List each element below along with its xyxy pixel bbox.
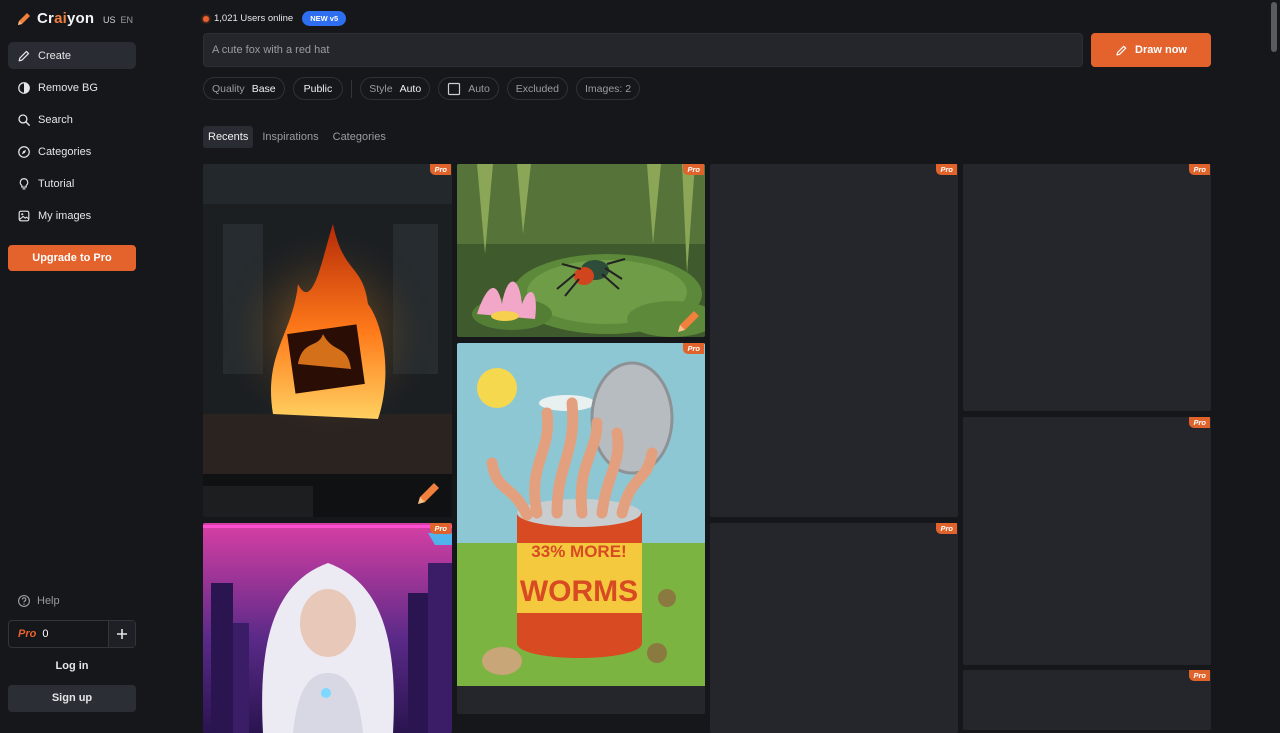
images-count-selector[interactable]: Images: 2	[576, 77, 641, 100]
sidebar: Craiyon US EN Create Remove BG Search Ca…	[0, 0, 144, 720]
upgrade-to-pro-button[interactable]: Upgrade to Pro	[8, 245, 136, 271]
pro-badge: Pro	[1189, 164, 1210, 175]
can-of-worms-image: 33% MORE! WORMS	[457, 343, 705, 686]
options-divider	[351, 79, 353, 98]
gallery-image-spider-lily-pad[interactable]: Pro	[457, 164, 705, 337]
gallery-image-cyborg-woman[interactable]: Pro	[203, 523, 452, 733]
lang-country[interactable]: US	[103, 15, 116, 25]
prompt-input[interactable]	[203, 33, 1083, 67]
sidebar-item-my-images[interactable]: My images	[8, 202, 136, 229]
plus-icon	[117, 629, 127, 639]
lightbulb-icon	[19, 177, 29, 189]
edit-pencil-icon[interactable]	[415, 481, 441, 507]
search-icon	[18, 113, 30, 126]
sidebar-item-create[interactable]: Create	[8, 42, 136, 69]
pro-badge: Pro	[936, 164, 957, 175]
sidebar-item-remove-bg[interactable]: Remove BG	[8, 74, 136, 101]
pro-badge: Pro	[683, 343, 704, 354]
sidebar-item-search[interactable]: Search	[8, 106, 136, 133]
online-dot-icon	[203, 15, 209, 22]
cyborg-woman-image	[203, 523, 452, 733]
lang-code[interactable]: EN	[121, 15, 134, 25]
logo[interactable]: Craiyon	[16, 10, 94, 27]
pro-badge: Pro	[683, 164, 704, 175]
svg-text:WORMS: WORMS	[520, 575, 638, 608]
pencil-icon	[1116, 45, 1127, 56]
pro-badge: Pro	[430, 523, 451, 534]
tab-recents[interactable]: Recents	[203, 126, 254, 148]
gallery-image-can-of-worms[interactable]: 33% MORE! WORMS Pro	[457, 343, 705, 714]
help-link[interactable]: Help	[17, 594, 60, 608]
style-selector[interactable]: Style Auto	[360, 77, 431, 100]
gallery-image-placeholder[interactable]: Pro	[710, 164, 958, 517]
gallery-image-placeholder[interactable]: Pro	[963, 670, 1211, 730]
aspect-ratio-selector[interactable]: Auto	[438, 77, 499, 100]
sidebar-item-categories[interactable]: Categories	[8, 138, 136, 165]
edit-pencil-icon[interactable]	[675, 309, 701, 335]
quality-selector[interactable]: Quality Base	[203, 77, 285, 100]
language-switcher[interactable]: US EN	[103, 15, 133, 25]
generation-options: Quality Base Public Style Auto Auto Excl…	[203, 77, 648, 100]
spider-lily-pad-image	[457, 164, 705, 337]
pro-badge: Pro	[936, 523, 957, 534]
pro-badge: Pro	[1189, 670, 1210, 681]
visibility-selector[interactable]: Public	[292, 77, 344, 100]
credits-count: 0	[42, 628, 49, 640]
sidebar-item-tutorial[interactable]: Tutorial	[8, 170, 136, 197]
logo-text: Craiyon	[37, 10, 95, 27]
pro-badge: Pro	[430, 164, 451, 175]
gallery-image-placeholder[interactable]: Pro	[963, 164, 1211, 411]
new-version-badge[interactable]: NEW v5	[302, 11, 347, 26]
excluded-selector[interactable]: Excluded	[506, 77, 568, 100]
tab-categories[interactable]: Categories	[328, 126, 391, 148]
tab-inspirations[interactable]: Inspirations	[257, 126, 323, 148]
gallery-image-burning-monitor[interactable]: Pro	[203, 164, 452, 517]
compass-icon	[18, 145, 30, 158]
logo-pencil-icon	[18, 12, 30, 25]
login-button[interactable]: Log in	[8, 656, 136, 676]
draw-now-button[interactable]: Draw now	[1091, 33, 1211, 67]
signup-button[interactable]: Sign up	[8, 685, 136, 712]
pro-label: Pro	[18, 628, 37, 640]
pro-credits: Pro 0	[8, 620, 136, 648]
add-credits-button[interactable]	[108, 621, 135, 647]
image-icon	[18, 210, 30, 221]
gallery-image-placeholder[interactable]: Pro	[710, 523, 958, 733]
pro-badge: Pro	[1189, 417, 1210, 428]
gallery-image-placeholder[interactable]: Pro	[963, 417, 1211, 665]
contrast-icon	[18, 81, 30, 94]
page-scrollbar[interactable]	[1271, 2, 1277, 52]
help-icon	[18, 595, 30, 607]
gallery-tabs: Recents Inspirations Categories	[203, 126, 391, 148]
pencil-icon	[18, 50, 30, 61]
sidebar-nav: Create Remove BG Search Categories Tutor…	[8, 42, 136, 234]
users-online-indicator: 1,021 Users online NEW v5	[203, 11, 347, 26]
aspect-ratio-icon	[448, 82, 461, 95]
svg-text:33% MORE!: 33% MORE!	[531, 542, 626, 561]
burning-monitor-image	[203, 164, 452, 517]
online-text: 1,021 Users online	[214, 13, 294, 24]
